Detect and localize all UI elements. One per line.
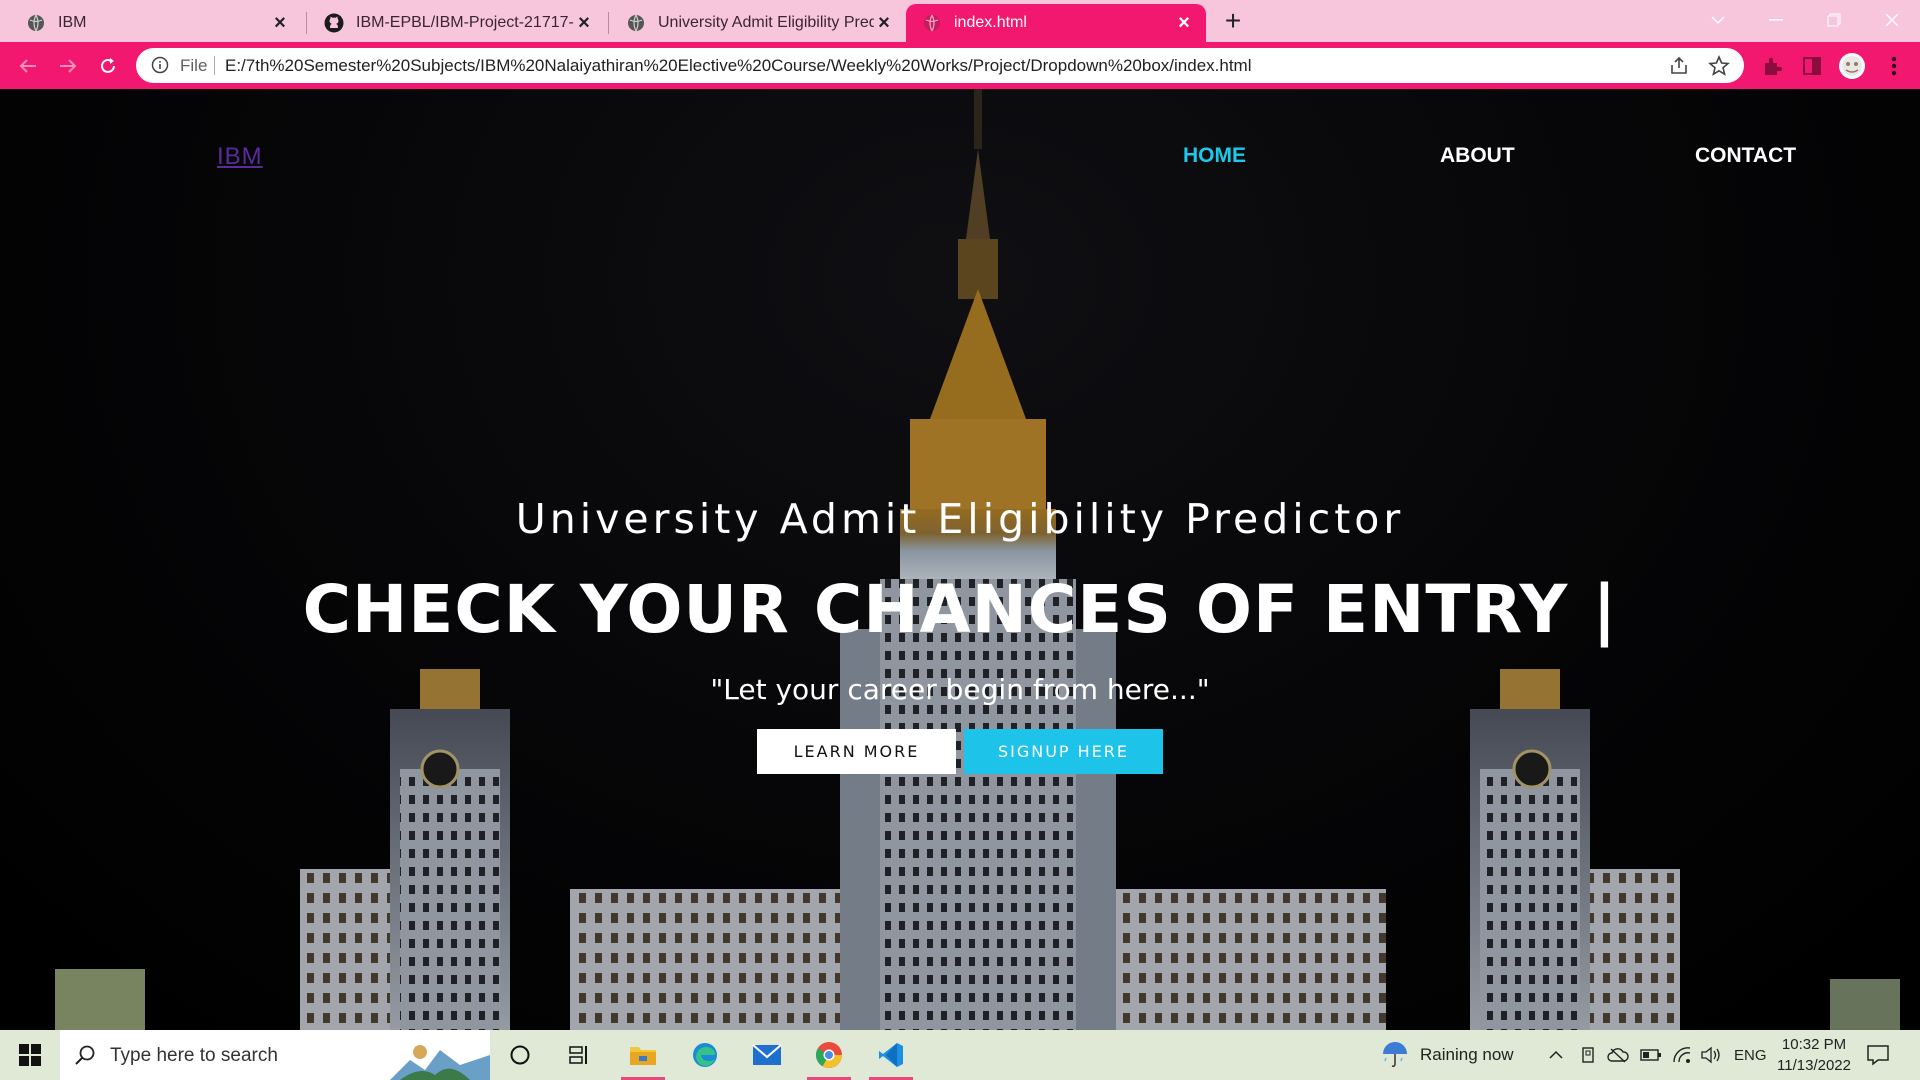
language-indicator[interactable]: ENG [1734,1030,1767,1080]
nav-home-link[interactable]: HOME [1183,144,1246,168]
new-tab-button[interactable]: + [1216,5,1250,36]
tab-title: University Admit Eligibility Predic [658,14,874,31]
rain-umbrella-icon [1380,1040,1410,1070]
taskbar-clock[interactable]: 10:32 PM 11/13/2022 [1766,1034,1862,1076]
search-icon [74,1044,96,1066]
bookmark-star-icon[interactable] [1708,54,1730,77]
tab-strip: IBM × IBM-EPBL/IBM-Project-21717-16 × Un… [0,0,1920,42]
tab-close-icon[interactable]: × [1174,12,1194,34]
site-logo[interactable]: IBM [217,143,263,171]
cortana-icon[interactable] [490,1030,550,1080]
mail-icon[interactable] [737,1030,797,1080]
info-icon[interactable] [150,55,170,75]
close-window-button[interactable] [1866,0,1918,40]
search-highlight-image [390,1030,490,1080]
tab-separator [608,12,609,34]
onedrive-cloud-icon[interactable] [1607,1030,1629,1080]
scheme-label: File [180,56,208,75]
hero-quote: "Let your career begin from here..." [710,673,1210,706]
search-placeholder: Type here to search [110,1045,278,1066]
signup-button[interactable]: SIGNUP HERE [964,729,1163,774]
tab-ibm[interactable]: IBM × [10,4,302,42]
tab-university[interactable]: University Admit Eligibility Predic × [610,4,906,42]
restore-button[interactable] [1808,0,1860,40]
meet-now-icon[interactable] [1580,1030,1598,1080]
learn-more-button[interactable]: LEARN MORE [757,729,956,774]
address-bar[interactable]: File E:/7th%20Semester%20Subjects/IBM%20… [136,48,1744,83]
vscode-icon[interactable] [861,1030,921,1080]
edge-icon[interactable] [675,1030,735,1080]
taskbar: Type here to search Raining now ENG 10:3… [0,1030,1920,1080]
tab-index[interactable]: index.html × [906,4,1206,42]
wifi-icon[interactable] [1672,1030,1692,1080]
browser-toolbar: File E:/7th%20Semester%20Subjects/IBM%20… [0,42,1920,89]
github-icon [324,13,344,33]
reload-icon[interactable] [92,50,124,82]
hero-title: CHECK YOUR CHANCES OF ENTRY | [302,571,1618,648]
web-page: IBM HOME ABOUT CONTACT University Admit … [0,89,1920,1030]
clock-time: 10:32 PM [1781,1036,1847,1053]
hero-subtitle: University Admit Eligibility Predictor [515,495,1405,543]
url-text[interactable]: E:/7th%20Semester%20Subjects/IBM%20Nalai… [225,56,1252,76]
globe-icon [922,13,942,33]
notification-center-icon[interactable] [1866,1030,1890,1080]
windows-start-icon[interactable] [0,1030,60,1080]
tab-separator [306,12,307,34]
volume-icon[interactable] [1700,1030,1722,1080]
chrome-icon[interactable] [799,1030,859,1080]
tab-title: IBM-EPBL/IBM-Project-21717-16 [356,14,574,31]
extensions-puzzle-icon[interactable] [1758,52,1786,80]
nav-about-link[interactable]: ABOUT [1440,144,1515,168]
tab-search-icon[interactable] [1692,0,1744,40]
university-building-image [0,89,1920,1030]
tab-github[interactable]: IBM-EPBL/IBM-Project-21717-16 × [308,4,606,42]
address-divider [214,56,215,75]
tab-title: index.html [954,14,1027,31]
tab-close-icon[interactable]: × [874,12,894,34]
tab-close-icon[interactable]: × [270,12,290,34]
weather-text: Raining now [1420,1045,1514,1064]
file-explorer-icon[interactable] [613,1030,673,1080]
battery-icon[interactable] [1640,1030,1662,1080]
back-arrow-icon[interactable] [12,50,44,82]
clock-date: 11/13/2022 [1777,1057,1851,1074]
nav-contact-link[interactable]: CONTACT [1695,144,1796,168]
taskbar-search-box[interactable]: Type here to search [60,1030,490,1080]
tab-title: IBM [58,14,87,31]
tab-close-icon[interactable]: × [574,12,594,34]
weather-widget[interactable]: Raining now [1380,1030,1514,1080]
show-hidden-icons-chevron-icon[interactable] [1548,1030,1564,1080]
forward-arrow-icon[interactable] [52,50,84,82]
globe-icon [626,13,646,33]
profile-avatar[interactable] [1838,52,1866,80]
minimize-button[interactable] [1750,0,1802,40]
menu-dots-icon[interactable] [1880,52,1908,80]
side-panel-icon[interactable] [1798,52,1826,80]
globe-icon [26,13,46,33]
share-icon[interactable] [1668,55,1690,77]
task-view-icon[interactable] [550,1030,610,1080]
